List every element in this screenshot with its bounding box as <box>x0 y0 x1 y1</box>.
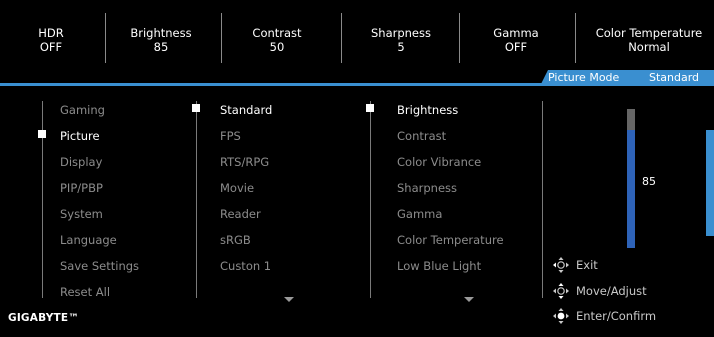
scrollbar[interactable] <box>706 130 714 236</box>
column-divider <box>370 101 371 298</box>
menu-item-gaming[interactable]: Gaming <box>60 103 105 117</box>
header-divider <box>0 83 714 86</box>
mode-item-movie[interactable]: Movie <box>220 181 254 195</box>
mode-item-rts-rpg[interactable]: RTS/RPG <box>220 155 269 169</box>
status-brightness-value: 85 <box>153 40 169 54</box>
selection-marker <box>366 104 374 112</box>
gigabyte-logo: GIGABYTE™ <box>8 312 79 324</box>
setting-item-gamma[interactable]: Gamma <box>397 207 442 221</box>
brightness-slider[interactable] <box>627 109 635 248</box>
divider <box>221 13 222 63</box>
setting-item-brightness[interactable]: Brightness <box>397 103 458 117</box>
status-hdr-label: HDR <box>38 26 64 40</box>
divider <box>341 13 342 63</box>
status-hdr: HDR OFF <box>29 26 73 54</box>
status-contrast: Contrast 50 <box>238 26 316 54</box>
brightness-slider-value: 85 <box>642 175 656 188</box>
menu-item-save-settings[interactable]: Save Settings <box>60 259 139 273</box>
status-contrast-value: 50 <box>269 40 285 54</box>
status-sharpness: Sharpness 5 <box>358 26 444 54</box>
status-sharpness-label: Sharpness <box>370 26 431 40</box>
status-contrast-label: Contrast <box>252 26 302 40</box>
status-gamma-label: Gamma <box>493 26 539 40</box>
joystick-left-icon <box>553 257 569 273</box>
help-enter-confirm-label: Enter/Confirm <box>576 309 657 323</box>
status-gamma-value: OFF <box>504 40 528 54</box>
column-divider <box>542 101 543 298</box>
help-exit-label: Exit <box>576 258 598 272</box>
selection-marker <box>38 130 46 138</box>
osd-menu: HDR OFF Brightness 85 Contrast 50 Sharpn… <box>0 0 714 337</box>
divider <box>575 13 576 63</box>
status-bar: HDR OFF Brightness 85 Contrast 50 Sharpn… <box>0 0 714 78</box>
mode-item-reader[interactable]: Reader <box>220 207 261 221</box>
status-brightness-label: Brightness <box>130 26 192 40</box>
brightness-slider-fill <box>627 129 635 248</box>
menu-item-language[interactable]: Language <box>60 233 117 247</box>
setting-item-color-vibrance[interactable]: Color Vibrance <box>397 155 481 169</box>
setting-item-sharpness[interactable]: Sharpness <box>397 181 457 195</box>
status-hdr-value: OFF <box>39 40 63 54</box>
menu-item-system[interactable]: System <box>60 207 103 221</box>
setting-item-low-blue-light[interactable]: Low Blue Light <box>397 259 481 273</box>
status-sharpness-value: 5 <box>397 40 405 54</box>
status-color-temperature: Color Temperature Normal <box>590 26 708 54</box>
divider <box>459 13 460 63</box>
status-color-temperature-label: Color Temperature <box>595 26 703 40</box>
mode-item-srgb[interactable]: sRGB <box>220 233 251 247</box>
divider <box>105 13 106 63</box>
selection-marker <box>192 104 200 112</box>
menu-item-reset-all[interactable]: Reset All <box>60 285 110 299</box>
menu-item-pip-pbp[interactable]: PIP/PBP <box>60 181 103 195</box>
scroll-down-arrow-icon[interactable] <box>464 297 474 302</box>
help-move-adjust-label: Move/Adjust <box>576 284 647 298</box>
mode-item-fps[interactable]: FPS <box>220 129 241 143</box>
menu-item-picture[interactable]: Picture <box>60 129 100 143</box>
menu-item-display[interactable]: Display <box>60 155 102 169</box>
setting-item-color-temperature[interactable]: Color Temperature <box>397 233 504 247</box>
scroll-down-arrow-icon[interactable] <box>284 297 294 302</box>
mode-item-custom-1[interactable]: Custon 1 <box>220 259 271 273</box>
mode-item-standard[interactable]: Standard <box>220 103 272 117</box>
setting-item-contrast[interactable]: Contrast <box>397 129 446 143</box>
joystick-move-icon <box>553 283 569 299</box>
status-gamma: Gamma OFF <box>476 26 556 54</box>
joystick-press-icon <box>553 308 569 324</box>
column-divider <box>196 101 197 298</box>
status-color-temperature-value: Normal <box>628 40 670 54</box>
status-brightness: Brightness 85 <box>121 26 201 54</box>
